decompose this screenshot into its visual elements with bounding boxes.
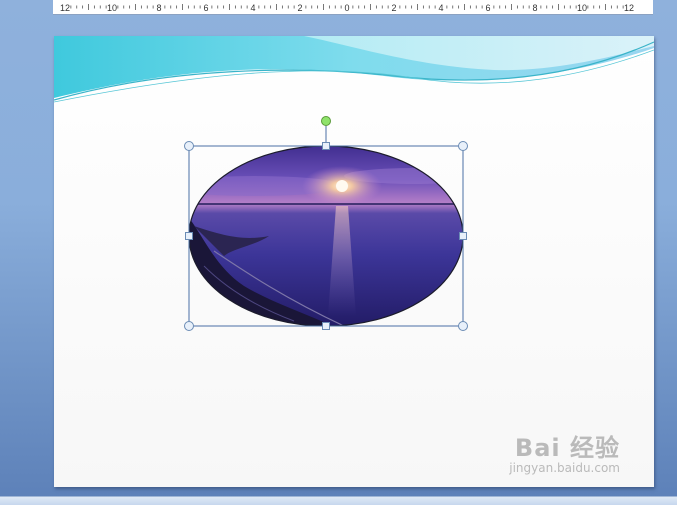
ruler-ticks: 12 10 8 6 4 2 0 2 4 6 8 10 12 [60,3,634,13]
ruler-label: 0 [344,3,349,13]
ruler-label: 2 [297,3,302,13]
ruler-label: 6 [203,3,208,13]
baidu-watermark: Bai 经验 jingyan.baidu.com [509,428,620,475]
resize-handle-right[interactable] [459,232,467,240]
resize-handle-top-right[interactable] [458,141,468,151]
ruler-label: 12 [624,3,634,13]
rotate-handle[interactable] [321,116,331,126]
ruler-label: 4 [250,3,255,13]
resize-handle-bottom-left[interactable] [184,321,194,331]
ruler-label: 6 [485,3,490,13]
ruler-label: 10 [577,3,587,13]
ruler-label: 2 [391,3,396,13]
status-strip [0,496,677,505]
resize-handle-bottom-right[interactable] [458,321,468,331]
ruler-label: 8 [532,3,537,13]
ruler-label: 8 [156,3,161,13]
watermark-sub: jingyan.baidu.com [509,461,620,475]
ruler-label: 10 [107,3,117,13]
slide-canvas[interactable]: Bai 经验 jingyan.baidu.com [54,36,654,487]
horizontal-ruler[interactable]: 12 10 8 6 4 2 0 2 4 6 8 10 12 [53,0,653,15]
selection-frame[interactable] [54,36,654,487]
resize-handle-top-left[interactable] [184,141,194,151]
watermark-main: Bai 经验 [514,434,620,462]
resize-handle-left[interactable] [185,232,193,240]
resize-handle-bottom[interactable] [322,322,330,330]
ruler-label: 12 [60,3,70,13]
ruler-label: 4 [438,3,443,13]
resize-handle-top[interactable] [322,142,330,150]
